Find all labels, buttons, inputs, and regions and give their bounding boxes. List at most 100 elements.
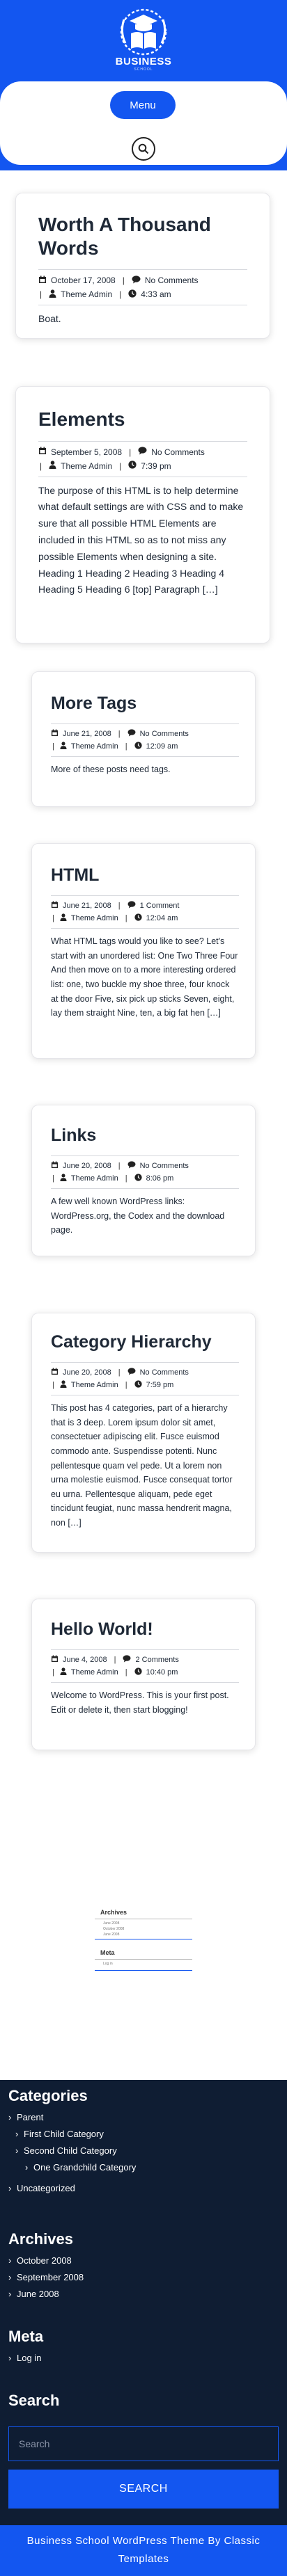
post-title[interactable]: HTML <box>51 865 239 886</box>
archives-widget-title: Archives <box>8 2230 73 2248</box>
post-author[interactable]: Theme Admin <box>61 289 112 299</box>
chevron-right-icon: › <box>25 2162 29 2173</box>
post-author[interactable]: Theme Admin <box>71 1668 118 1677</box>
post-meta: June 20, 2008 | No Comments | Theme Admi… <box>51 1362 239 1395</box>
post-author[interactable]: Theme Admin <box>71 742 118 751</box>
comment-icon <box>127 1161 136 1171</box>
post-card: Links June 20, 2008 | No Comments | Them… <box>31 1105 256 1256</box>
comment-icon <box>127 1368 136 1377</box>
post-author[interactable]: Theme Admin <box>61 461 112 471</box>
user-icon <box>60 1667 67 1677</box>
mini-archive-item[interactable]: June 2008 <box>103 1933 192 1937</box>
chevron-right-icon: › <box>8 2353 12 2363</box>
post-date[interactable]: June 21, 2008 <box>63 730 111 738</box>
category-item-second-child[interactable]: › Second Child Category <box>8 2143 136 2159</box>
post-card: HTML June 21, 2008 | 1 Comment | Theme A… <box>31 843 256 1059</box>
chevron-right-icon: › <box>8 2289 12 2299</box>
post-excerpt: The purpose of this HTML is to help dete… <box>38 484 244 595</box>
post-title[interactable]: Links <box>51 1125 239 1146</box>
post-author[interactable]: Theme Admin <box>71 914 118 922</box>
search-toggle-button[interactable] <box>132 137 155 161</box>
archive-item[interactable]: › June 2008 <box>8 2286 84 2303</box>
post-time: 7:39 pm <box>141 461 171 471</box>
site-title: BUSINESS <box>115 56 172 67</box>
post-author[interactable]: Theme Admin <box>71 1381 118 1389</box>
site-header: BUSINESS SCHOOL Menu <box>0 0 287 170</box>
comment-icon <box>127 729 136 739</box>
footer-credits[interactable]: Business School WordPress Theme By Class… <box>0 2525 287 2576</box>
mini-archive-item[interactable]: October 2008 <box>103 1927 192 1931</box>
user-icon <box>49 461 56 471</box>
comment-icon <box>127 901 136 911</box>
user-icon <box>60 1174 67 1183</box>
post-title[interactable]: More Tags <box>51 693 239 714</box>
post-title[interactable]: Elements <box>38 408 247 431</box>
post-card: Hello World! June 4, 2008 | 2 Comments |… <box>31 1599 256 1750</box>
clock-icon <box>134 913 142 923</box>
mini-archive-item[interactable]: June 2008 <box>103 1921 192 1926</box>
category-item-first-child[interactable]: › First Child Category <box>8 2126 136 2143</box>
post-date[interactable]: June 21, 2008 <box>63 902 111 910</box>
post-date[interactable]: June 4, 2008 <box>63 1656 107 1664</box>
clock-icon <box>134 1380 142 1390</box>
user-icon <box>60 1380 67 1390</box>
post-time: 4:33 am <box>141 289 171 300</box>
post-comments[interactable]: No Comments <box>151 447 205 457</box>
user-icon <box>60 742 67 751</box>
calendar-icon <box>51 901 59 911</box>
clock-icon <box>134 742 142 751</box>
clock-icon <box>134 1174 142 1183</box>
comment-icon <box>138 447 147 457</box>
comment-icon <box>123 1655 131 1665</box>
chevron-right-icon: › <box>8 2112 12 2122</box>
user-icon <box>49 289 56 300</box>
site-tagline: SCHOOL <box>134 67 153 72</box>
clock-icon <box>128 461 137 471</box>
post-comments[interactable]: No Comments <box>140 730 189 738</box>
meta-widget-title: Meta <box>8 2328 44 2345</box>
post-meta: September 5, 2008 | No Comments | Theme … <box>38 440 247 477</box>
post-time: 8:06 pm <box>146 1174 174 1183</box>
mini-meta-item[interactable]: Log in <box>103 1962 192 1966</box>
archive-item[interactable]: › October 2008 <box>8 2253 84 2269</box>
meta-item-login[interactable]: › Log in <box>8 2350 41 2367</box>
post-date[interactable]: June 20, 2008 <box>63 1162 111 1170</box>
post-date[interactable]: June 20, 2008 <box>63 1368 111 1377</box>
search-submit-button[interactable]: SEARCH <box>8 2470 279 2509</box>
category-item-parent[interactable]: › Parent <box>8 2109 136 2126</box>
post-excerpt: This post has 4 categories, part of a hi… <box>51 1403 233 1528</box>
category-item-grandchild[interactable]: › One Grandchild Category <box>8 2159 136 2176</box>
graduation-book-icon <box>120 8 167 56</box>
post-comments[interactable]: No Comments <box>145 275 199 285</box>
post-date[interactable]: October 17, 2008 <box>51 275 116 285</box>
post-author[interactable]: Theme Admin <box>71 1174 118 1183</box>
user-icon <box>60 913 67 923</box>
post-comments[interactable]: No Comments <box>140 1162 189 1170</box>
post-date[interactable]: September 5, 2008 <box>51 447 122 457</box>
post-meta: October 17, 2008 | No Comments | Theme A… <box>38 269 247 306</box>
post-comments[interactable]: 1 Comment <box>140 902 180 910</box>
search-widget-title: Search <box>8 2392 60 2409</box>
post-card: Elements September 5, 2008 | No Comments… <box>15 386 270 643</box>
menu-button[interactable]: Menu <box>110 91 176 119</box>
post-title[interactable]: Worth A Thousand Words <box>38 213 247 259</box>
post-title[interactable]: Hello World! <box>51 1619 239 1640</box>
clock-icon <box>128 289 137 300</box>
search-input[interactable] <box>8 2426 279 2461</box>
calendar-icon <box>51 1655 59 1665</box>
calendar-icon <box>51 729 59 739</box>
post-excerpt: What HTML tags would you like to see? Le… <box>51 936 238 1018</box>
calendar-icon <box>38 447 47 457</box>
post-title[interactable]: Category Hierarchy <box>51 1331 239 1352</box>
comment-icon <box>132 275 141 286</box>
post-time: 12:04 am <box>146 914 178 922</box>
post-meta: June 21, 2008 | 1 Comment | Theme Admin … <box>51 895 239 929</box>
post-comments[interactable]: No Comments <box>140 1368 189 1377</box>
archive-item[interactable]: › September 2008 <box>8 2269 84 2286</box>
category-item-uncategorized[interactable]: › Uncategorized <box>8 2180 136 2197</box>
post-excerpt: More of these posts need tags. <box>51 765 171 774</box>
post-comments[interactable]: 2 Comments <box>135 1656 178 1664</box>
site-logo[interactable]: BUSINESS SCHOOL <box>0 6 287 72</box>
chevron-right-icon: › <box>15 2129 19 2139</box>
nav-panel: Menu <box>0 81 287 165</box>
